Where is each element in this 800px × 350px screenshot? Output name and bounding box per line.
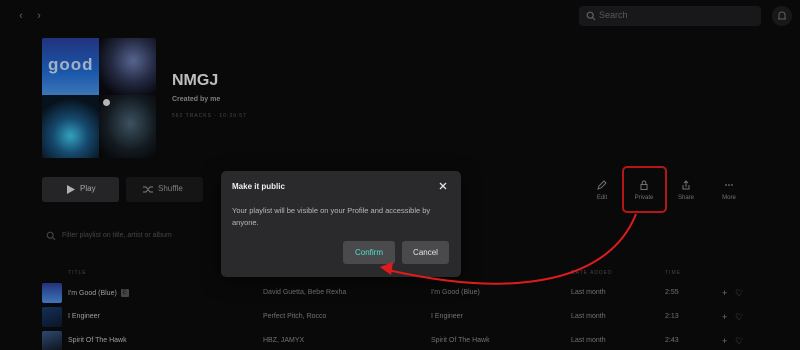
make-public-dialog: Make it public Your playlist will be vis…	[221, 171, 461, 277]
confirm-button[interactable]: Confirm	[343, 241, 395, 264]
dialog-body: Your playlist will be visible on your Pr…	[232, 206, 431, 227]
close-icon[interactable]	[437, 180, 449, 192]
dialog-title: Make it public	[232, 182, 285, 191]
cancel-button[interactable]: Cancel	[402, 241, 449, 264]
